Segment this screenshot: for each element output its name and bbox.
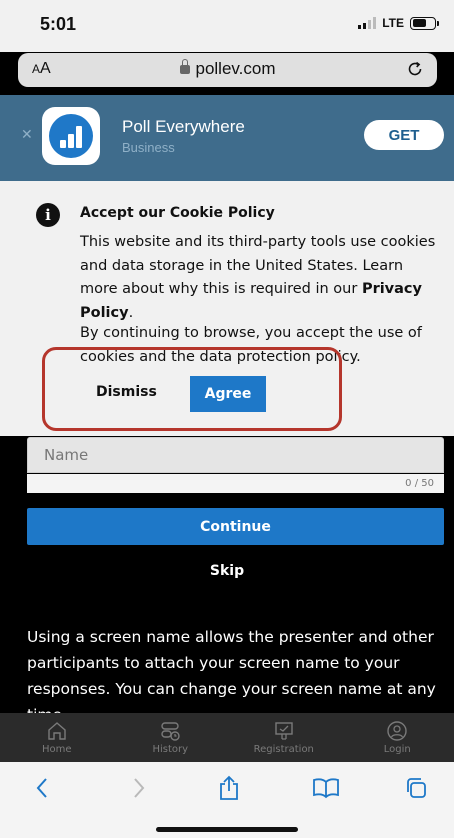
share-icon — [220, 775, 238, 800]
info-icon: i — [36, 203, 60, 227]
app-install-banner: ✕ Poll Everywhere Business GET — [0, 95, 454, 181]
tab-home[interactable]: Home — [0, 713, 114, 762]
home-icon — [48, 722, 66, 740]
app-tab-bar: Home History Registration Login — [0, 713, 454, 762]
status-indicators: LTE — [358, 16, 439, 30]
bookmarks-button[interactable] — [306, 772, 346, 804]
tab-history-label: History — [152, 744, 189, 755]
login-icon — [387, 721, 407, 741]
screen: 5:01 LTE AA pollev.com ✕ Poll Everywhere… — [0, 0, 454, 838]
status-bar: 5:01 LTE — [0, 0, 454, 52]
poll-everywhere-logo-icon — [49, 114, 93, 158]
skip-link[interactable]: Skip — [0, 563, 454, 579]
forward-button[interactable] — [119, 772, 159, 804]
forward-chevron-icon — [134, 778, 145, 798]
url-host-text: pollev.com — [195, 59, 276, 78]
cookie-body-suffix: . — [128, 304, 134, 321]
status-time: 5:01 — [40, 14, 77, 34]
network-label: LTE — [382, 16, 404, 30]
bookmarks-icon — [313, 778, 339, 799]
app-icon — [42, 107, 100, 165]
annotation-highlight-box — [42, 347, 342, 431]
tab-history[interactable]: History — [114, 713, 228, 762]
continue-button[interactable]: Continue — [27, 508, 444, 545]
history-icon — [161, 722, 180, 741]
back-button[interactable] — [22, 772, 62, 804]
close-banner-icon[interactable]: ✕ — [21, 127, 33, 143]
registration-icon — [275, 722, 293, 740]
back-chevron-icon — [36, 778, 47, 798]
tab-registration[interactable]: Registration — [227, 713, 341, 762]
cookie-title: Accept our Cookie Policy — [80, 205, 275, 221]
tab-login-label: Login — [383, 744, 411, 755]
lock-icon — [179, 59, 190, 74]
home-indicator — [156, 827, 298, 832]
tabs-button[interactable] — [396, 772, 436, 804]
name-input[interactable] — [27, 437, 444, 473]
url-host[interactable]: pollev.com — [18, 59, 437, 79]
reload-icon[interactable] — [405, 59, 425, 83]
signal-icon — [358, 17, 377, 29]
tab-home-label: Home — [41, 744, 72, 755]
character-counter: 0 / 50 — [27, 474, 444, 493]
tab-login[interactable]: Login — [341, 713, 454, 762]
app-name: Poll Everywhere — [122, 117, 245, 136]
tab-registration-label: Registration — [253, 744, 314, 755]
cookie-body: This website and its third-party tools u… — [80, 231, 442, 325]
get-app-button[interactable]: GET — [364, 120, 444, 150]
app-category: Business — [122, 140, 175, 155]
battery-icon — [410, 16, 439, 30]
share-button[interactable] — [209, 772, 249, 804]
address-bar[interactable]: AA pollev.com — [18, 53, 437, 87]
tabs-icon — [407, 778, 426, 798]
